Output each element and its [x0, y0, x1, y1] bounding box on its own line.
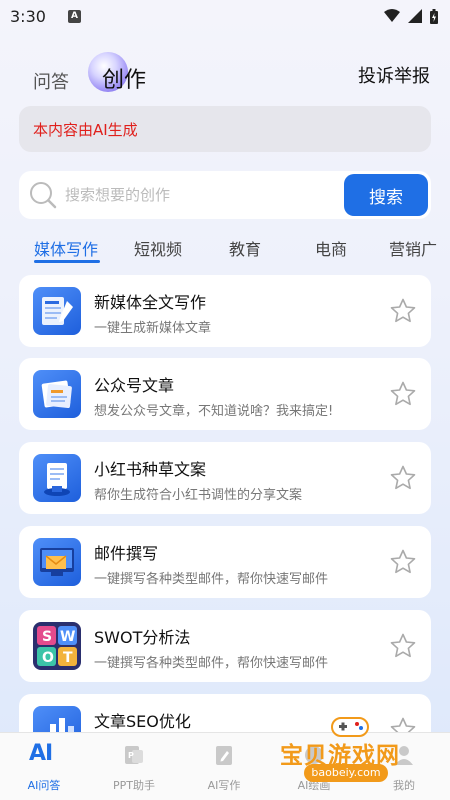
battery-icon [430, 8, 438, 24]
notebook-icon [33, 454, 81, 502]
svg-text:T: T [63, 650, 73, 666]
category-tab-short-video[interactable]: 短视频 [134, 236, 182, 260]
swot-icon: S W O T [33, 622, 81, 670]
nav-label: AI写作 [207, 779, 241, 792]
search-box: 搜索 [19, 171, 431, 219]
card-title: 小红书种草文案 [94, 460, 207, 479]
status-time: 3:30 [10, 6, 46, 26]
card-xiaohongshu-copy[interactable]: 小红书种草文案 帮你生成符合小红书调性的分享文案 [19, 442, 431, 514]
card-subtitle: 想发公众号文章，不知道说啥？我来搞定! [94, 404, 334, 419]
category-tab-ecommerce[interactable]: 电商 [315, 236, 347, 260]
search-input[interactable] [65, 171, 335, 219]
top-header: 问答 创作 投诉举报 [0, 50, 450, 102]
card-subtitle: 一键撰写各种类型邮件，帮你快速写邮件 [94, 656, 329, 671]
ai-qa-icon: AI [29, 741, 53, 766]
favorite-star-icon[interactable] [389, 548, 417, 576]
notification-badge-icon: A [67, 9, 81, 23]
nav-ai-writing[interactable]: AI写作 [180, 733, 268, 800]
search-icon [30, 182, 57, 209]
card-subtitle: 帮你生成符合小红书调性的分享文案 [94, 488, 303, 503]
card-title: 邮件撰写 [94, 544, 159, 563]
svg-text:S: S [42, 629, 52, 645]
watermark-url: baobeiy.com [304, 764, 388, 782]
card-official-account-article[interactable]: 公众号文章 想发公众号文章，不知道说啥？我来搞定! [19, 358, 431, 430]
signal-icon [408, 9, 422, 23]
email-icon [33, 538, 81, 586]
svg-text:O: O [42, 650, 54, 666]
favorite-star-icon[interactable] [389, 632, 417, 660]
tab-qa[interactable]: 问答 [33, 68, 69, 94]
ai-notice-text: 本内容由AI生成 [33, 120, 138, 139]
article-icon [33, 370, 81, 418]
favorite-star-icon[interactable] [389, 297, 417, 325]
ai-notice-banner: 本内容由AI生成 [19, 106, 431, 152]
tab-create[interactable]: 创作 [88, 52, 168, 96]
status-bar: 3:30 A [0, 0, 450, 32]
active-tab-underline [34, 260, 100, 263]
nav-label: AI问答 [27, 779, 61, 792]
nav-label: PPT助手 [113, 779, 155, 792]
category-tabs: 媒体写作 短视频 教育 电商 营销广 [0, 234, 450, 266]
card-subtitle: 一键撰写各种类型邮件，帮你快速写邮件 [94, 572, 329, 587]
wifi-icon [384, 9, 400, 22]
svg-text:P: P [128, 751, 134, 760]
ai-writing-icon [216, 746, 232, 765]
card-title: 文章SEO优化 [94, 712, 191, 731]
ppt-icon: P [125, 746, 143, 764]
card-new-media-writing[interactable]: 新媒体全文写作 一键生成新媒体文章 [19, 275, 431, 347]
status-indicators [384, 8, 438, 24]
card-swot-analysis[interactable]: S W O T SWOT分析法 一键撰写各种类型邮件，帮你快速写邮件 [19, 610, 431, 682]
nav-ai-qa[interactable]: AI AI问答 [0, 733, 88, 800]
card-title: 公众号文章 [94, 376, 175, 395]
report-link[interactable]: 投诉举报 [358, 62, 430, 88]
category-tab-marketing[interactable]: 营销广 [389, 236, 437, 260]
tab-create-label: 创作 [102, 68, 147, 93]
category-tab-education[interactable]: 教育 [229, 236, 261, 260]
news-writing-icon [33, 287, 81, 335]
card-title: SWOT分析法 [94, 628, 191, 647]
card-subtitle: 一键生成新媒体文章 [94, 321, 212, 336]
card-title: 新媒体全文写作 [94, 293, 207, 312]
site-watermark: 宝贝游戏网 baobeiy.com [276, 708, 426, 788]
search-button[interactable]: 搜索 [344, 174, 428, 216]
nav-ppt-assistant[interactable]: P PPT助手 [90, 733, 178, 800]
category-tab-media-writing[interactable]: 媒体写作 [34, 236, 98, 260]
card-email-writing[interactable]: 邮件撰写 一键撰写各种类型邮件，帮你快速写邮件 [19, 526, 431, 598]
favorite-star-icon[interactable] [389, 380, 417, 408]
svg-text:W: W [60, 629, 75, 645]
favorite-star-icon[interactable] [389, 464, 417, 492]
